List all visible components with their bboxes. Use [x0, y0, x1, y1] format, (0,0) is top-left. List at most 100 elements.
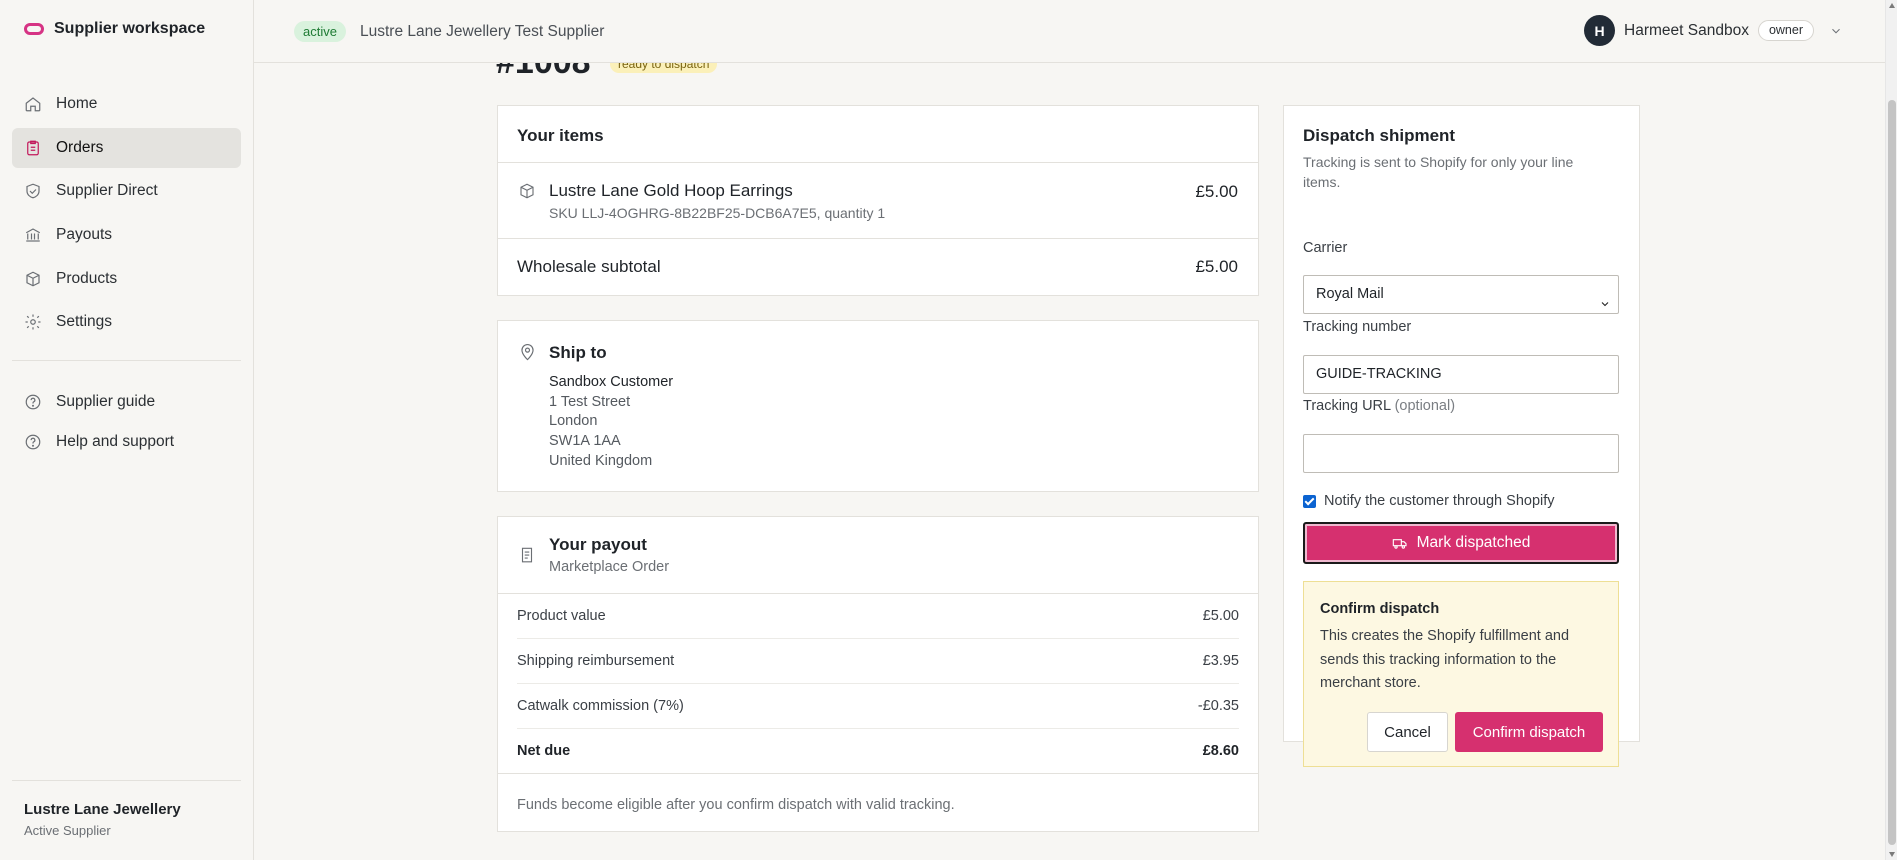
payout-row: Product value £5.00	[517, 594, 1239, 639]
brand-logo-icon	[24, 23, 44, 35]
supplier-name: Lustre Lane Jewellery Test Supplier	[360, 23, 605, 40]
order-status-badge: ready to dispatch	[610, 63, 718, 73]
net-due-value: £8.60	[1202, 743, 1239, 759]
payout-header: Your payout Marketplace Order	[498, 517, 1258, 594]
sidebar-item-label: Supplier guide	[56, 393, 156, 410]
payout-row-value: £5.00	[1202, 608, 1239, 624]
payout-note: Funds become eligible after you confirm …	[517, 797, 955, 813]
sidebar-item-products[interactable]: Products	[12, 259, 241, 299]
top-bar: active Lustre Lane Jewellery Test Suppli…	[254, 0, 1885, 63]
status-badge: active	[294, 21, 346, 42]
notify-customer-checkbox[interactable]	[1303, 494, 1316, 508]
sidebar-item-label: Orders	[56, 138, 104, 156]
ship-to-title: Ship to	[549, 343, 607, 362]
sidebar-item-help-and-support[interactable]: Help and support	[12, 422, 241, 462]
address-line: SW1A 1AA	[549, 433, 621, 450]
mark-dispatched-label: Mark dispatched	[1416, 534, 1531, 551]
address-line: United Kingdom	[549, 452, 653, 469]
dispatch-card: Dispatch shipment Tracking is sent to Sh…	[1283, 105, 1640, 767]
cancel-button[interactable]: Cancel	[1367, 712, 1448, 752]
sidebar-item-label: Settings	[56, 313, 113, 331]
item-price: £5.00	[1195, 182, 1238, 201]
notify-customer-option: Notify the customer through Shopify	[1303, 493, 1555, 509]
main-content: #1008 ready to dispatch Your items Lustr…	[255, 63, 1885, 860]
payout-row-label: Product value	[517, 608, 606, 624]
dispatch-subtitle: Tracking is sent to Shopify for only you…	[1303, 154, 1574, 190]
box-icon	[518, 182, 536, 204]
list-item: Lustre Lane Gold Hoop Earrings SKU LLJ-4…	[498, 163, 1258, 239]
payout-row: Catwalk commission (7%) -£0.35	[517, 684, 1239, 729]
sidebar-item-supplier-direct[interactable]: Supplier Direct	[12, 171, 241, 211]
subtotal-value: £5.00	[1195, 257, 1238, 276]
tracking-url-label: Tracking URL (optional)	[1303, 398, 1455, 414]
carrier-select[interactable]: Royal Mail	[1303, 275, 1619, 314]
user-menu[interactable]: H Harmeet Sandbox owner	[1584, 15, 1843, 46]
confirm-dispatch-title: Confirm dispatch	[1320, 601, 1440, 617]
address-line: Sandbox Customer	[549, 374, 674, 390]
orders-icon	[24, 139, 42, 157]
location-pin-icon	[518, 343, 537, 366]
sidebar-item-supplier-guide[interactable]: Supplier guide	[12, 382, 241, 422]
payout-title: Your payout	[549, 535, 647, 554]
confirm-dispatch-panel: Confirm dispatch This creates the Shopif…	[1303, 581, 1619, 767]
address-line: London	[549, 413, 598, 430]
confirm-dispatch-text: This creates the Shopify fulfillment and…	[1320, 628, 1570, 692]
mark-dispatched-button[interactable]: Mark dispatched	[1303, 522, 1619, 564]
subtotal-row: Wholesale subtotal £5.00	[498, 239, 1258, 295]
item-title: Lustre Lane Gold Hoop Earrings	[549, 181, 793, 200]
sidebar-item-payouts[interactable]: Payouts	[12, 215, 241, 255]
chevron-down-icon[interactable]	[1829, 24, 1843, 38]
scroll-down-arrow-icon[interactable]	[1889, 852, 1895, 857]
payout-subtitle: Marketplace Order	[549, 559, 670, 575]
truck-icon	[1392, 539, 1407, 549]
items-card: Your items Lustre Lane Gold Hoop Earring…	[497, 105, 1259, 296]
dispatch-title: Dispatch shipment	[1303, 126, 1456, 145]
net-due-row: Net due £8.60	[498, 729, 1258, 774]
scroll-up-arrow-icon[interactable]	[1889, 3, 1895, 8]
payout-row-label: Catwalk commission (7%)	[517, 698, 684, 714]
scrollbar-thumb[interactable]	[1888, 100, 1896, 845]
item-sku: SKU LLJ-4OGHRG-8B22BF25-DCB6A7E5, quanti…	[549, 205, 886, 221]
user-role-badge: owner	[1757, 20, 1814, 41]
chevron-down-icon	[1599, 288, 1611, 325]
app-title: Supplier workspace	[54, 20, 206, 37]
supplier-account-role: Active Supplier	[24, 823, 111, 838]
tracking-number-input[interactable]: GUIDE-TRACKING	[1303, 355, 1619, 394]
order-number: #1008	[496, 63, 591, 82]
carrier-label: Carrier	[1303, 240, 1348, 256]
sidebar: Supplier workspace Home Orders Supplier …	[0, 0, 254, 860]
payout-row: Shipping reimbursement £3.95	[517, 639, 1239, 684]
sidebar-item-home[interactable]: Home	[12, 84, 241, 124]
sidebar-secondary-nav: Supplier guide Help and support	[12, 382, 241, 462]
sidebar-item-label: Payouts	[56, 226, 113, 244]
box-icon	[24, 270, 42, 288]
address-line: 1 Test Street	[549, 393, 631, 410]
sidebar-item-label: Supplier Direct	[56, 182, 158, 200]
carrier-selected-value: Royal Mail	[1316, 286, 1384, 302]
home-icon	[24, 95, 42, 113]
payout-row-value: -£0.35	[1197, 698, 1239, 714]
optional-hint: (optional)	[1394, 398, 1456, 414]
tracking-url-input[interactable]	[1303, 434, 1619, 473]
sidebar-nav: Home Orders Supplier Direct Payouts Prod…	[12, 84, 241, 346]
confirm-dispatch-button[interactable]: Confirm dispatch	[1455, 712, 1603, 752]
notify-customer-label: Notify the customer through Shopify	[1324, 493, 1555, 509]
sidebar-footer-divider	[12, 780, 241, 781]
subtotal-label: Wholesale subtotal	[517, 257, 661, 276]
receipt-icon	[518, 545, 536, 569]
sidebar-item-label: Products	[56, 269, 118, 287]
payout-card: Your payout Marketplace Order Product va…	[497, 516, 1259, 832]
sidebar-divider	[12, 360, 241, 361]
sidebar-item-orders[interactable]: Orders	[12, 127, 241, 168]
avatar: H	[1584, 15, 1616, 46]
tracking-url-label-text: Tracking URL	[1303, 398, 1391, 414]
supplier-account-name: Lustre Lane Jewellery	[24, 801, 181, 818]
brand[interactable]: Supplier workspace	[24, 20, 205, 38]
items-card-title: Your items	[498, 106, 1258, 163]
sidebar-item-settings[interactable]: Settings	[12, 302, 241, 342]
payout-row-label: Shipping reimbursement	[517, 653, 675, 669]
help-icon	[24, 433, 42, 451]
bank-icon	[24, 226, 42, 244]
tracking-number-label: Tracking number	[1303, 319, 1412, 335]
page-scrollbar[interactable]	[1885, 0, 1897, 860]
